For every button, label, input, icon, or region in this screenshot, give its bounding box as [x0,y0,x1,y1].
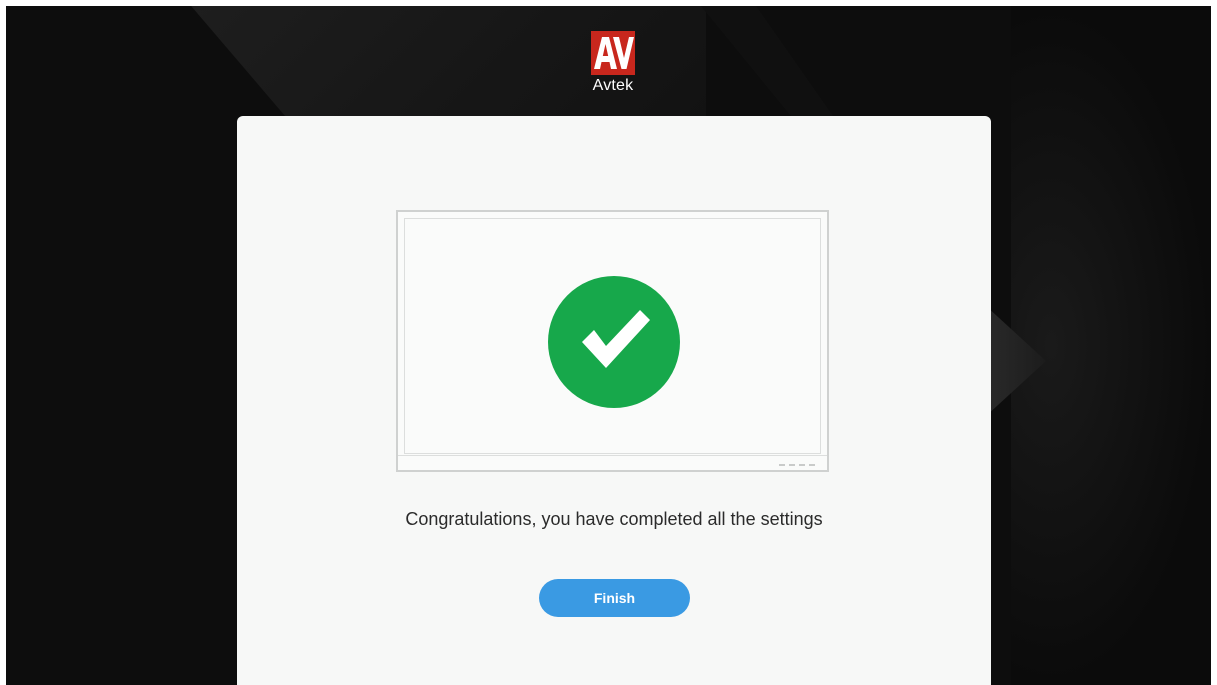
display-illustration [396,210,829,472]
finish-button[interactable]: Finish [539,579,690,617]
setup-screen: Avtek Congratulations, you have complete… [6,6,1211,685]
avtek-logo-icon [591,31,635,75]
background-decoration [696,6,836,120]
background-decoration [1011,6,1211,685]
completion-card: Congratulations, you have completed all … [237,116,991,685]
check-circle-icon [548,276,680,408]
brand-name: Avtek [592,77,634,94]
completion-message: Congratulations, you have completed all … [405,509,823,529]
display-bezel [398,455,827,470]
brand-logo: Avtek [591,31,635,95]
display-buttons [779,464,815,466]
